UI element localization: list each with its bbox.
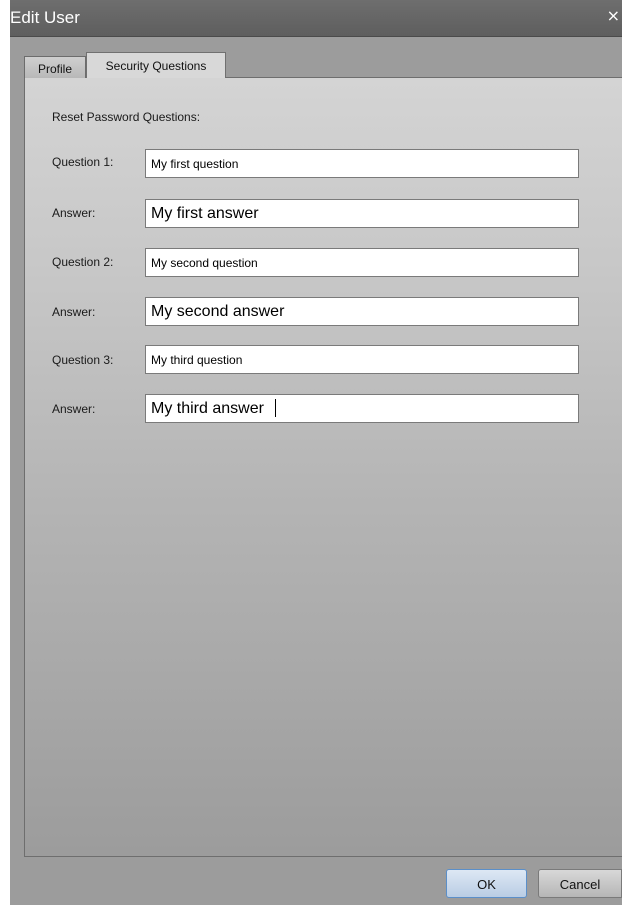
section-heading: Reset Password Questions: [52, 110, 201, 124]
dialog-title: Edit User [10, 8, 80, 27]
answer-2-input[interactable] [145, 297, 579, 326]
answer-2-label: Answer: [52, 305, 96, 319]
text-cursor [275, 399, 276, 417]
answer-1-input[interactable] [145, 199, 579, 228]
cancel-button[interactable]: Cancel [538, 869, 622, 898]
answer-1-label: Answer: [52, 206, 96, 220]
security-questions-panel [24, 77, 622, 857]
question-2-input[interactable] [145, 248, 579, 277]
tab-security-questions[interactable]: Security Questions [86, 52, 226, 78]
question-1-input[interactable] [145, 149, 579, 178]
title-bar[interactable]: Edit User × [10, 0, 622, 37]
answer-3-label: Answer: [52, 402, 96, 416]
tab-profile[interactable]: Profile [24, 56, 86, 78]
question-2-label: Question 2: [52, 255, 114, 269]
question-3-label: Question 3: [52, 353, 114, 367]
edit-user-dialog: Edit User × Profile Security Questions R… [0, 0, 622, 905]
question-1-label: Question 1: [52, 155, 114, 169]
close-icon[interactable]: × [607, 8, 620, 24]
ok-button[interactable]: OK [446, 869, 527, 898]
question-3-input[interactable] [145, 345, 579, 374]
answer-3-input[interactable] [145, 394, 579, 423]
tab-strip: Profile Security Questions [24, 52, 622, 78]
